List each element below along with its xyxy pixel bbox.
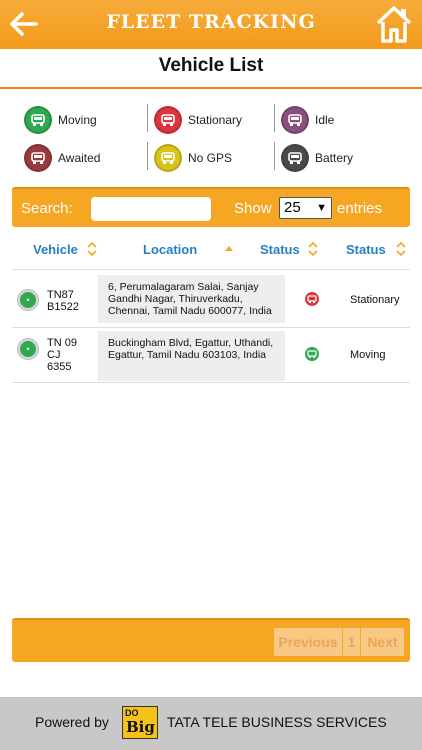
legend-divider xyxy=(147,104,148,132)
legend-label: Battery xyxy=(315,151,354,165)
sort-both-icon[interactable] xyxy=(396,241,406,257)
vehicle-location: 6, Perumalagaram Salai, Sanjay Gandhi Na… xyxy=(98,275,285,323)
select-vehicle-icon[interactable]: • xyxy=(18,290,38,310)
app-screen: FLEET TRACKING Vehicle List Moving Stati… xyxy=(0,0,422,750)
legend-moving: Moving xyxy=(24,104,97,136)
legend-stationary: Stationary xyxy=(154,104,242,136)
vehicle-number-line: CJ xyxy=(47,349,61,361)
entries-select[interactable]: 25 ▼ xyxy=(279,197,332,219)
vehicle-number: TN87 B1522 xyxy=(47,289,79,313)
previous-button[interactable]: Previous xyxy=(274,628,342,656)
legend-label: No GPS xyxy=(188,151,233,165)
triangle-down-icon: ▼ xyxy=(316,202,327,214)
column-header-location[interactable]: Location xyxy=(143,242,197,257)
vehicle-number-line: TN 09 xyxy=(47,337,77,349)
select-vehicle-icon[interactable]: • xyxy=(18,339,38,359)
pagination-bar: Previous 1 Next xyxy=(12,618,410,662)
search-input[interactable] xyxy=(91,197,211,221)
column-header-status[interactable]: Status xyxy=(346,242,386,257)
logo-text-top: DO xyxy=(125,708,139,718)
car-status-icon xyxy=(305,347,319,361)
top-bar: FLEET TRACKING xyxy=(0,0,422,49)
table-row[interactable]: • TN 09 CJ 6355 Buckingham Blvd, Egattur… xyxy=(12,329,410,383)
vehicle-number-line: 6355 xyxy=(47,361,72,373)
legend-battery: Battery xyxy=(281,142,353,174)
legend-divider xyxy=(274,142,275,170)
page-title: Vehicle List xyxy=(158,55,264,76)
table-row[interactable]: • TN87 B1522 6, Perumalagaram Salai, San… xyxy=(12,272,410,328)
legend-awaited: Awaited xyxy=(24,142,100,174)
legend-label: Awaited xyxy=(58,151,101,165)
entries-label: entries xyxy=(337,200,383,217)
dobig-logo: DO Big xyxy=(122,706,158,739)
column-header-status-icon[interactable]: Status xyxy=(260,242,300,257)
page-number-button[interactable]: 1 xyxy=(343,628,360,656)
title-divider xyxy=(0,87,422,89)
app-title: FLEET TRACKING xyxy=(106,11,316,33)
vehicle-number: TN 09 CJ 6355 xyxy=(47,337,77,373)
car-status-icon xyxy=(305,292,319,306)
legend-label: Idle xyxy=(315,113,335,127)
car-icon xyxy=(281,144,309,172)
header-divider xyxy=(12,269,410,270)
legend-label: Moving xyxy=(58,113,97,127)
car-icon xyxy=(154,106,182,134)
powered-by-footer: Powered by DO Big TATA TELE BUSINESS SER… xyxy=(0,697,422,750)
vehicle-status: Moving xyxy=(350,349,386,361)
show-label: Show xyxy=(234,200,272,217)
legend-label: Stationary xyxy=(188,113,243,127)
powered-by-label: Powered by xyxy=(35,714,109,730)
vehicle-status: Stationary xyxy=(350,294,400,306)
legend-divider xyxy=(274,104,275,132)
sort-both-icon[interactable] xyxy=(87,241,97,257)
table-controls-bar: Search: Show 25 ▼ entries xyxy=(12,187,410,227)
entries-select-value: 25 xyxy=(284,199,301,216)
sort-both-icon[interactable] xyxy=(308,241,318,257)
search-label: Search: xyxy=(21,200,73,217)
car-icon xyxy=(24,144,52,172)
sort-ascending-icon[interactable] xyxy=(224,241,234,257)
logo-text-bottom: Big xyxy=(126,718,155,736)
legend-idle: Idle xyxy=(281,104,334,136)
company-name: TATA TELE BUSINESS SERVICES xyxy=(167,714,387,730)
table-header: Vehicle Location Status Status xyxy=(12,233,410,269)
vehicle-number-line: TN87 xyxy=(47,289,74,301)
home-icon[interactable] xyxy=(375,4,413,44)
next-button[interactable]: Next xyxy=(361,628,404,656)
vehicle-number-line: B1522 xyxy=(47,301,79,313)
car-icon xyxy=(281,106,309,134)
vehicle-location: Buckingham Blvd, Egattur, Uthandi, Egatt… xyxy=(98,331,285,381)
column-header-vehicle[interactable]: Vehicle xyxy=(33,242,78,257)
legend-no-gps: No GPS xyxy=(154,142,232,174)
car-icon xyxy=(24,106,52,134)
legend-divider xyxy=(147,142,148,170)
car-icon xyxy=(154,144,182,172)
